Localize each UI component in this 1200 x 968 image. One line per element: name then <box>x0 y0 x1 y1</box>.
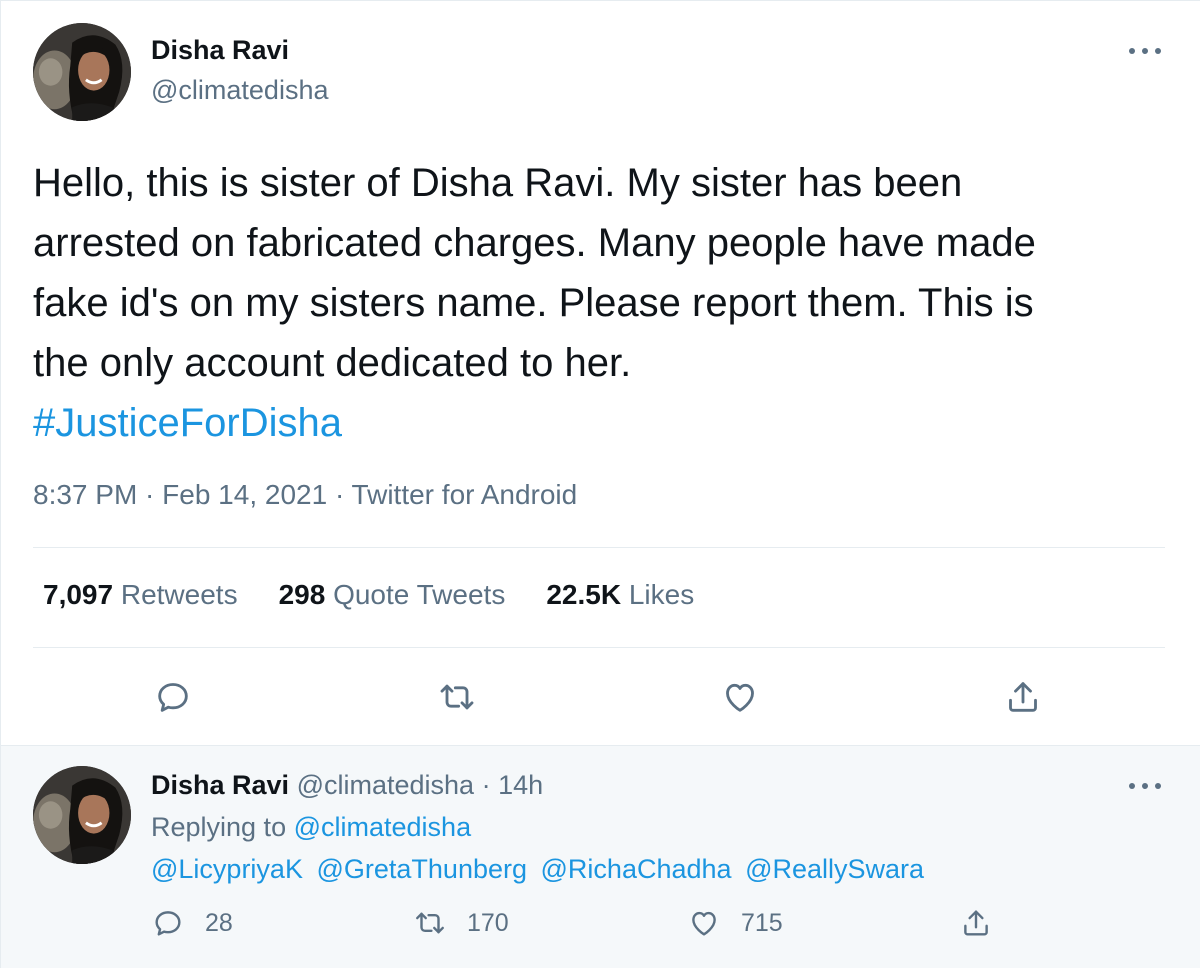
mentions-line: @LicypriyaK @GretaThunberg @RichaChadha … <box>151 854 930 885</box>
tweet-text-line: fake id's on my sisters name. Please rep… <box>33 281 1034 325</box>
reply-like-button[interactable]: 715 <box>687 906 783 940</box>
tweet-text-line: Hello, this is sister of Disha Ravi. My … <box>33 161 963 205</box>
retweet-icon <box>440 684 474 710</box>
retweet-button[interactable] <box>435 675 479 719</box>
retweets-label: Retweets <box>120 579 238 610</box>
heart-icon <box>726 683 754 712</box>
reply-reply-button[interactable]: 28 <box>151 906 233 940</box>
likes-count: 22.5K <box>546 579 622 610</box>
tweet-stats: 7,097 Retweets 298 Quote Tweets 22.5K Li… <box>43 579 735 611</box>
hashtag-link[interactable]: #JusticeForDisha <box>33 393 1173 453</box>
mention-link[interactable]: @ReallySwara <box>745 854 924 884</box>
share-icon <box>964 910 988 936</box>
more-options-icon[interactable] <box>1129 41 1161 61</box>
likes-label: Likes <box>628 579 695 610</box>
tweet-text-line: the only account dedicated to her. <box>33 341 632 385</box>
retweets-stat[interactable]: 7,097 Retweets <box>43 579 238 611</box>
main-tweet: Disha Ravi @climatedisha Hello, this is … <box>1 1 1200 745</box>
like-button[interactable] <box>718 675 762 719</box>
avatar-photo-icon <box>33 23 131 121</box>
avatar[interactable] <box>33 766 131 864</box>
reply-icon <box>158 683 188 712</box>
tweet-card: Disha Ravi @climatedisha Hello, this is … <box>0 0 1200 968</box>
author-name[interactable]: Disha Ravi <box>151 35 289 66</box>
separator-dot: · <box>481 770 491 800</box>
tweet-text: Hello, this is sister of Disha Ravi. My … <box>33 153 1173 453</box>
share-button[interactable] <box>1001 675 1045 719</box>
retweet-count: 170 <box>467 908 509 937</box>
tweet-meta[interactable]: 8:37 PM · Feb 14, 2021 · Twitter for And… <box>33 479 577 511</box>
author-handle[interactable]: @climatedisha <box>151 75 328 106</box>
heart-icon <box>692 911 716 936</box>
divider <box>33 547 1165 548</box>
likes-stat[interactable]: 22.5K Likes <box>546 579 694 611</box>
mention-link[interactable]: @RichaChadha <box>541 854 732 884</box>
reply-share-button[interactable] <box>959 906 1013 940</box>
reply-count: 28 <box>205 908 233 937</box>
avatar-photo-icon <box>33 766 131 864</box>
reply-icon <box>155 911 181 936</box>
more-options-icon[interactable] <box>1129 776 1161 796</box>
retweets-count: 7,097 <box>43 579 114 610</box>
tweet-text-line: arrested on fabricated charges. Many peo… <box>33 221 1036 265</box>
reply-header: Disha Ravi @climatedisha · 14h <box>151 770 543 801</box>
reply-author-handle[interactable]: @climatedisha <box>297 770 474 800</box>
replying-to-link[interactable]: @climatedisha <box>294 812 471 842</box>
mention-link[interactable]: @LicypriyaK <box>151 854 303 884</box>
quote-tweets-stat[interactable]: 298 Quote Tweets <box>279 579 506 611</box>
quote-tweets-label: Quote Tweets <box>333 579 506 610</box>
reply-timestamp[interactable]: 14h <box>498 770 543 800</box>
retweet-icon <box>416 912 444 934</box>
quote-tweets-count: 298 <box>278 579 326 610</box>
replying-to-label: Replying to <box>151 812 287 842</box>
divider <box>33 647 1165 648</box>
share-icon <box>1009 682 1037 712</box>
replying-to: Replying to @climatedisha <box>151 812 471 843</box>
reply-author-name[interactable]: Disha Ravi <box>151 770 289 800</box>
reply-tweet[interactable]: Disha Ravi @climatedisha · 14h Replying … <box>1 745 1200 968</box>
like-count: 715 <box>741 908 783 937</box>
reply-retweet-button[interactable]: 170 <box>413 906 509 940</box>
reply-button[interactable] <box>151 675 195 719</box>
avatar[interactable] <box>33 23 131 121</box>
mention-link[interactable]: @GretaThunberg <box>316 854 527 884</box>
